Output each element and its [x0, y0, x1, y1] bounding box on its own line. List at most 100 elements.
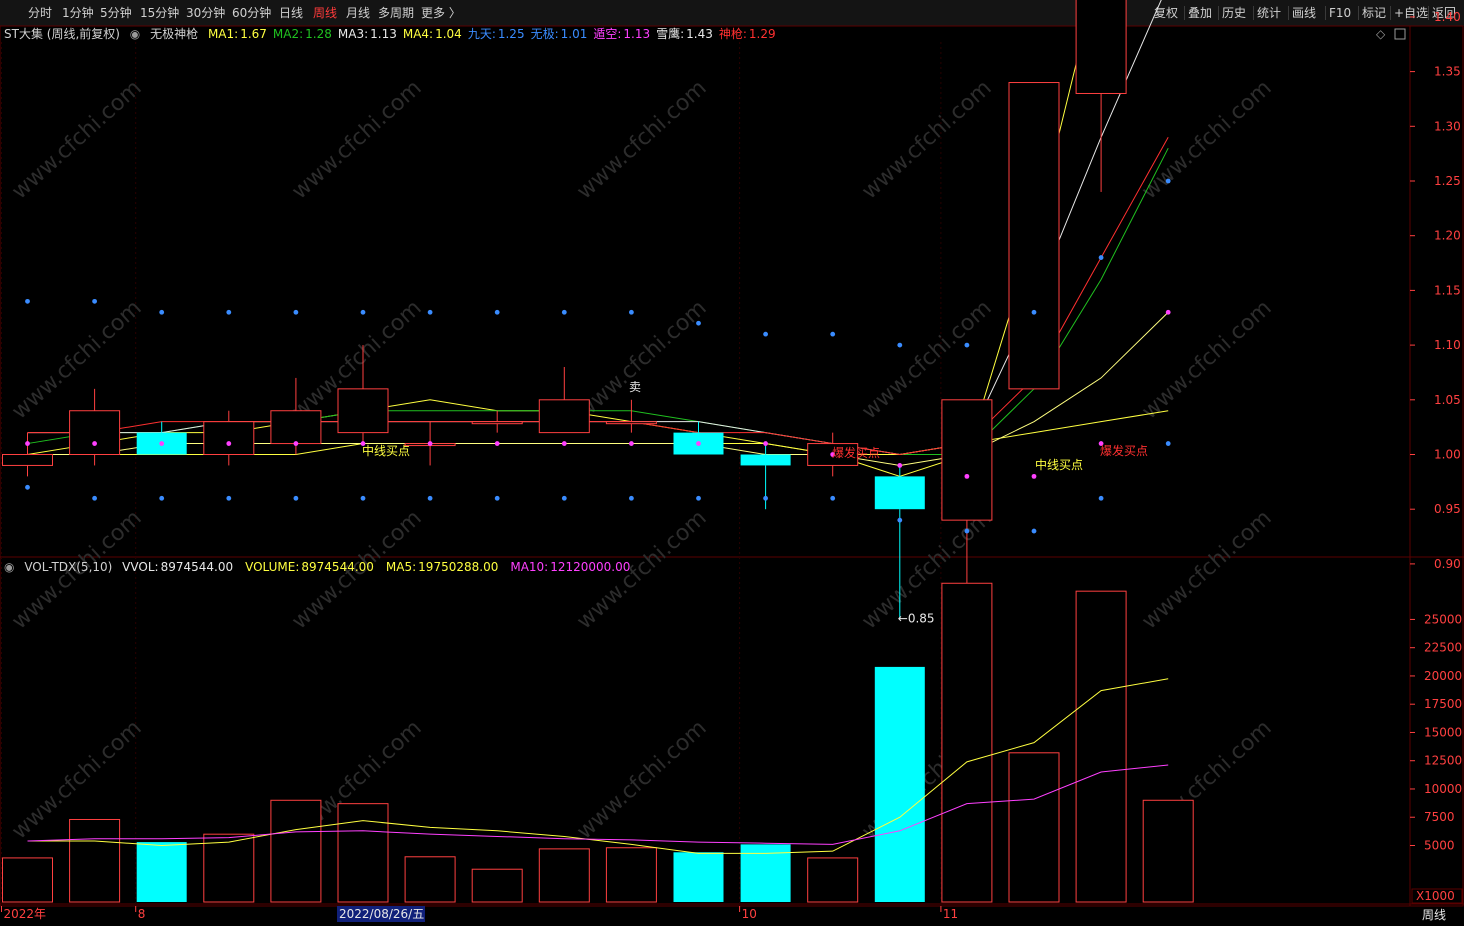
signal-dot-upper: [92, 298, 97, 304]
volume-indicator-name[interactable]: VOL-TDX(5,10): [24, 560, 112, 574]
signal-dot-mid: [92, 441, 97, 446]
candle-body: [69, 410, 121, 455]
volume-tick-label: 5000: [1424, 838, 1455, 852]
volume-bar: [471, 868, 523, 903]
legend-value: 1.67: [240, 27, 267, 41]
date-axis-label-1: 8: [138, 907, 146, 921]
legend-item-8: 神枪: 1.29: [719, 27, 776, 41]
legend-label: 九天:: [467, 27, 496, 41]
vol-legend-label: MA10:: [510, 560, 549, 574]
candle-body: [337, 388, 389, 434]
signal-text-sell: 卖: [629, 380, 641, 394]
stock-chart[interactable]: www.cfchi.com www.cfchi.com www.cfchi.com w…: [0, 0, 1464, 926]
legend-item-6: 遁空: 1.13: [593, 27, 650, 41]
price-tick-label: 0.90: [1434, 557, 1461, 571]
signal-dot-upper: [25, 298, 30, 304]
indicator-toggle-icon[interactable]: ◉: [130, 27, 140, 41]
low-price-label: ←0.85: [898, 612, 935, 626]
signal-dot-mid: [226, 441, 232, 446]
signal-dot-mid: [763, 441, 768, 446]
vol-legend-value: 8974544.00: [301, 560, 374, 574]
vol-legend-label: VOLUME:: [245, 560, 300, 574]
volume-bar: [270, 799, 322, 903]
signal-dot-mid: [427, 441, 433, 446]
signal-dot-lower: [897, 517, 903, 523]
signal-dot-lower: [763, 495, 768, 501]
candle-body: [471, 421, 523, 425]
date-axis-label-0: 2022年: [4, 907, 47, 921]
signal-dot-upper: [159, 309, 165, 315]
legend-label: MA2:: [272, 27, 304, 41]
signal-dot-lower: [561, 495, 567, 501]
vol-legend-item-1: VOLUME: 8974544.00: [245, 560, 380, 574]
volume-bar: [605, 847, 657, 903]
signal-dot-mid: [897, 463, 903, 468]
legend-item-1: MA2: 1.28: [273, 27, 332, 41]
signal-dot-upper: [763, 331, 768, 337]
signal-dot-upper: [830, 331, 836, 337]
signal-dot-upper: [561, 309, 567, 315]
signal-dot-upper: [226, 309, 232, 315]
indicator-name[interactable]: 无极神枪: [150, 27, 198, 41]
legend-label: 雪鹰:: [656, 27, 685, 41]
indicator-toggle-icon[interactable]: ◉: [4, 560, 14, 574]
volume-bar: [404, 856, 456, 903]
signal-dot-mid: [629, 441, 634, 446]
date-axis-label-3: 10: [742, 907, 757, 921]
ma-values: MA1: 1.67 MA2: 1.28 MA3: 1.13 MA4: 1.04 九天: 1.25 无…: [208, 27, 782, 41]
signal-dot-upper: [629, 309, 634, 315]
volume-bar: [136, 842, 187, 902]
legend-label: 神枪:: [718, 27, 747, 41]
candle-body: [1075, 0, 1127, 94]
signal-dot-lower: [629, 495, 634, 501]
signal-dot-upper: [1098, 255, 1104, 260]
volume-tick-label: 22500: [1424, 641, 1462, 655]
signal-dot-lower: [360, 495, 366, 501]
signal-dot-lower: [696, 495, 701, 501]
vol-legend-value: 12120000.00: [550, 560, 631, 574]
signal-dot-upper: [360, 309, 366, 315]
legend-item-2: MA3: 1.13: [338, 27, 397, 41]
candle-body: [941, 399, 993, 521]
signal-dot-lower: [92, 495, 97, 501]
signal-dot-lower: [25, 484, 30, 490]
signal-dot-mid: [1165, 309, 1171, 315]
signal-dot-lower: [964, 528, 970, 534]
signal-dot-upper: [494, 309, 500, 315]
stock-title[interactable]: ST大集 (周线,前复权): [4, 27, 120, 41]
price-tick-label: 1.20: [1434, 229, 1461, 243]
price-tick-label: 1.10: [1434, 338, 1461, 352]
signal-dot-mid: [494, 441, 500, 446]
legend-value: 1.13: [623, 27, 651, 41]
volume-bar: [337, 803, 389, 903]
volume-bar: [1008, 752, 1060, 903]
signal-dot-mid: [159, 441, 165, 446]
diamond-icon: ◇: [1376, 27, 1386, 41]
date-axis-label-2: 2022/08/26/五: [339, 907, 424, 921]
legend-value: 1.43: [686, 27, 713, 41]
signal-dot-lower: [427, 495, 433, 501]
candle-body: [874, 476, 925, 510]
legend-value: 1.01: [560, 27, 588, 41]
signal-text-buy-burst-2: 爆发买点: [1100, 443, 1148, 458]
price-tick-label: 1.15: [1434, 283, 1461, 297]
candle-body: [203, 421, 255, 455]
volume-bar: [2, 857, 53, 903]
signal-dot-mid: [696, 441, 701, 446]
signal-text-buy-mid-2: 中线买点: [1035, 457, 1083, 472]
vol-legend-value: 19750288.00: [418, 560, 499, 574]
legend-item-3: MA4: 1.04: [403, 27, 462, 41]
volume-tick-label: 17500: [1424, 697, 1462, 711]
legend-item-7: 雪鹰: 1.43: [656, 27, 713, 41]
vol-legend-item-2: MA5: 19750288.00: [386, 560, 504, 574]
candle-body: [2, 454, 53, 466]
legend-item-4: 九天: 1.25: [468, 27, 525, 41]
volume-unit-label: X1000: [1416, 889, 1455, 903]
signal-text-buy-mid: 中线买点: [362, 443, 410, 458]
volume-indicator-legend: ◉ VOL-TDX(5,10) VVOL: 8974544.00 VOLUME: 89…: [4, 559, 648, 575]
volume-tick-label: 15000: [1424, 725, 1462, 739]
candle-body: [538, 399, 590, 434]
volume-bar: [673, 852, 724, 902]
volume-tick-label: 20000: [1424, 669, 1462, 683]
legend-item-5: 无极: 1.01: [531, 27, 588, 41]
